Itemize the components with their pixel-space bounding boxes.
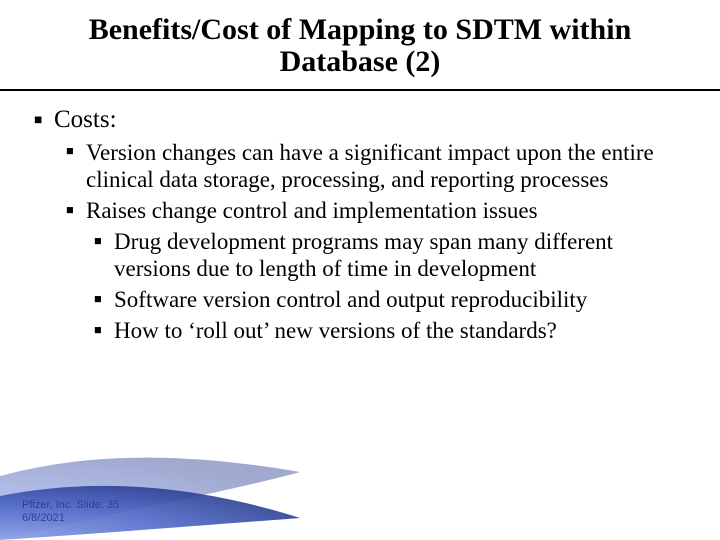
footer-company-slide: Pfizer, Inc. Slide: 35	[22, 499, 119, 513]
list-item: ■ How to ‘roll out’ new versions of the …	[94, 317, 686, 344]
square-bullet-icon: ■	[66, 197, 86, 217]
slide-title: Benefits/Cost of Mapping to SDTM within …	[0, 0, 720, 85]
list-item: ■ Raises change control and implementati…	[66, 197, 686, 224]
list-item-text: Software version control and output repr…	[114, 286, 686, 313]
slide-footer: Pfizer, Inc. Slide: 35 6/8/2021	[22, 499, 119, 527]
list-item-text: How to ‘roll out’ new versions of the st…	[114, 317, 686, 344]
list-item-text: Raises change control and implementation…	[86, 197, 686, 224]
square-bullet-icon: ■	[94, 228, 114, 248]
section-heading-text: Costs:	[54, 105, 686, 135]
list-item-text: Drug development programs may span many …	[114, 228, 686, 282]
footer-date: 6/8/2021	[22, 512, 119, 526]
slide: Benefits/Cost of Mapping to SDTM within …	[0, 0, 720, 540]
list-item: ■ Drug development programs may span man…	[94, 228, 686, 282]
list-item: ■ Version changes can have a significant…	[66, 139, 686, 193]
square-bullet-icon: ■	[94, 317, 114, 337]
list-item: ■ Software version control and output re…	[94, 286, 686, 313]
square-bullet-icon: ■	[34, 105, 54, 126]
section-heading: ■ Costs:	[34, 105, 686, 135]
list-item-text: Version changes can have a significant i…	[86, 139, 686, 193]
square-bullet-icon: ■	[66, 139, 86, 159]
square-bullet-icon: ■	[94, 286, 114, 306]
slide-body: ■ Costs: ■ Version changes can have a si…	[0, 91, 720, 344]
